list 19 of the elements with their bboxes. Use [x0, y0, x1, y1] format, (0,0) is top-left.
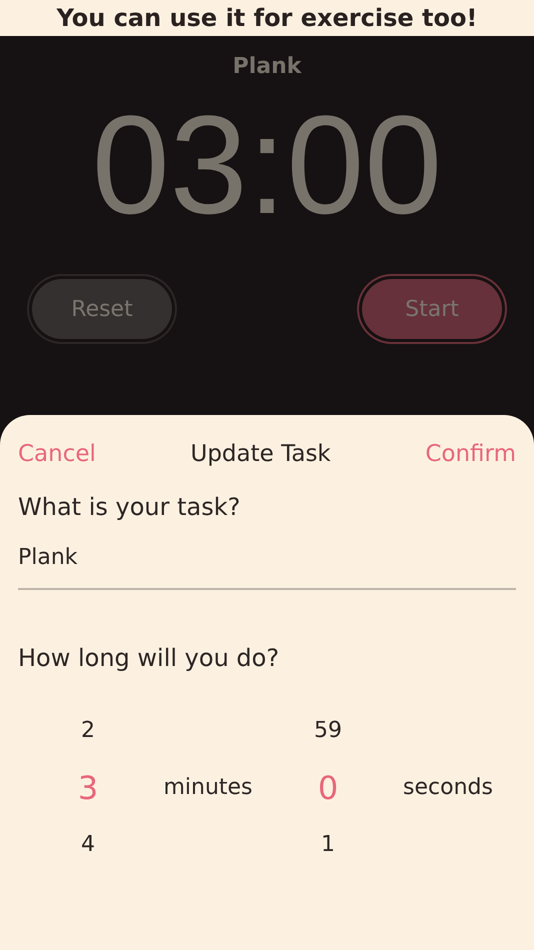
unit-label: minutes	[163, 775, 253, 800]
picker-option[interactable]: 3	[78, 759, 98, 816]
sheet-title: Update Task	[190, 441, 331, 467]
task-question: What is your task?	[18, 493, 242, 521]
picker-option[interactable]: 59	[314, 702, 342, 759]
picker-option[interactable]: 2	[81, 702, 95, 759]
picker-option[interactable]: 0	[318, 759, 338, 816]
picker-option[interactable]: 4	[81, 816, 95, 873]
timer-display: 03:00	[92, 95, 442, 235]
caption: You can use it for exercise too!	[0, 0, 534, 36]
task-name: Plank	[232, 54, 302, 79]
cancel-button[interactable]: Cancel	[18, 441, 96, 467]
reset-button[interactable]: Reset	[32, 279, 172, 339]
confirm-button[interactable]: Confirm	[425, 441, 516, 467]
start-button[interactable]: Start	[362, 279, 502, 339]
task-input[interactable]: Plank	[18, 531, 516, 590]
unit-label: seconds	[403, 775, 493, 800]
duration-question: How long will you do?	[18, 644, 280, 672]
picker-option[interactable]: 1	[321, 816, 335, 873]
